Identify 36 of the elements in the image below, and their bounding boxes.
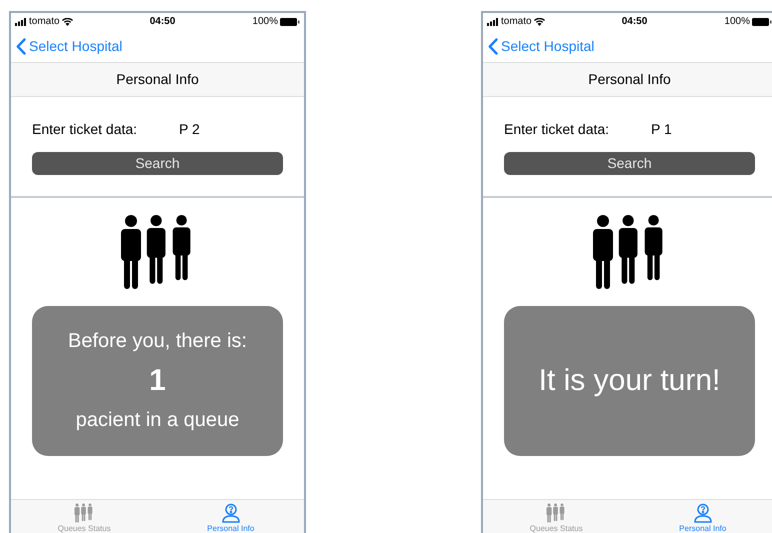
battery-percent: 100% xyxy=(252,15,278,29)
battery-percent: 100% xyxy=(724,15,750,29)
status-time: 04:50 xyxy=(150,15,176,29)
signal-icon xyxy=(15,18,27,26)
carrier-name: tomato xyxy=(501,15,532,29)
carrier-name: tomato xyxy=(29,15,60,29)
card-text: pacient in a queue xyxy=(76,408,240,433)
status-time: 04:50 xyxy=(622,15,648,29)
search-button[interactable]: Search xyxy=(504,152,755,175)
chevron-left-icon xyxy=(488,38,498,54)
turn-message: It is your turn! xyxy=(538,363,720,400)
tab-item[interactable]: Queues Status xyxy=(11,500,158,533)
person-question-icon xyxy=(692,503,713,523)
wifi-icon xyxy=(62,18,73,26)
tab-item[interactable]: Queues Status xyxy=(483,500,630,533)
tab-item[interactable]: Personal Info xyxy=(158,500,304,533)
ticket-field[interactable]: P 1 xyxy=(651,118,672,140)
person-question-icon xyxy=(220,503,241,523)
ticket-label: Enter ticket data: xyxy=(32,120,138,138)
queue-count: 1 xyxy=(149,363,166,400)
chevron-left-icon xyxy=(16,38,26,54)
battery-icon xyxy=(752,18,772,26)
search-button[interactable]: Search xyxy=(32,152,283,175)
people-icon xyxy=(74,503,94,523)
wifi-icon xyxy=(534,18,545,26)
tab-item[interactable]: Personal Info xyxy=(630,500,772,533)
section-title: Personal Info xyxy=(588,70,671,89)
ticket-label: Enter ticket data: xyxy=(504,120,610,138)
card-text: Before you, there is: xyxy=(68,329,247,354)
battery-icon xyxy=(280,18,300,26)
people-icon xyxy=(546,503,566,523)
ticket-field[interactable]: P 2 xyxy=(179,118,200,140)
back-button[interactable]: Select Hospital xyxy=(483,30,600,62)
signal-icon xyxy=(487,18,499,26)
section-title: Personal Info xyxy=(116,70,199,89)
back-button[interactable]: Select Hospital xyxy=(11,30,128,62)
